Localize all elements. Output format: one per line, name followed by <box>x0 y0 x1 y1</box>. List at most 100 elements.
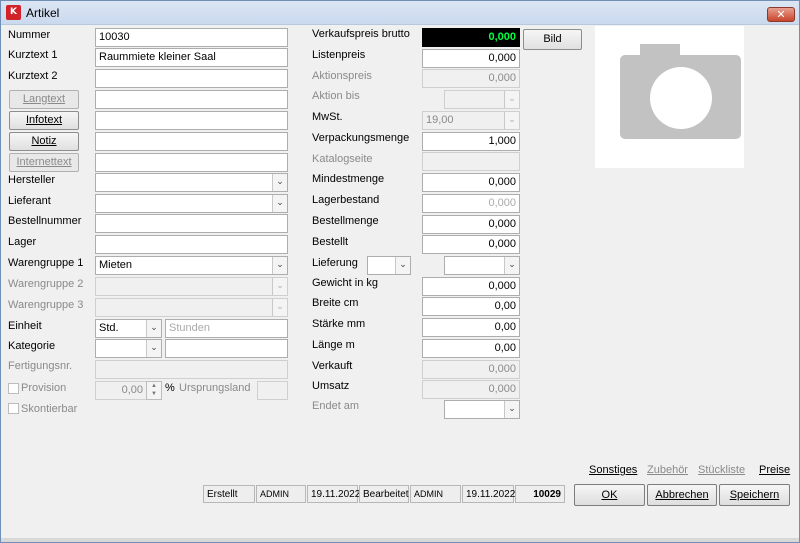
ursprungsland-input[interactable] <box>257 381 288 400</box>
chevron-down-icon[interactable]: ⌄ <box>504 401 519 418</box>
label-lieferant: Lieferant <box>8 195 51 207</box>
bild-button[interactable]: Bild <box>523 29 582 50</box>
vk-brutto-input[interactable]: 0,000 <box>422 28 520 47</box>
chevron-down-icon[interactable]: ⌄ <box>504 257 519 274</box>
chevron-down-icon[interactable]: ⌄ <box>146 340 161 357</box>
label-warengruppe2: Warengruppe 2 <box>8 278 84 290</box>
mindestmenge-input[interactable]: 0,000 <box>422 173 520 192</box>
aktionspreis-input[interactable]: 0,000 <box>422 69 520 88</box>
breite-input[interactable]: 0,00 <box>422 297 520 316</box>
kurztext1-input[interactable]: Raummiete kleiner Saal <box>95 48 288 67</box>
close-button[interactable]: ✕ <box>767 7 795 22</box>
ok-button[interactable]: OK <box>574 484 645 506</box>
fertigungsnr-input[interactable] <box>95 360 288 379</box>
laenge-input[interactable]: 0,00 <box>422 339 520 358</box>
chevron-down-icon[interactable]: ⌄ <box>272 174 287 191</box>
bestellmenge-input[interactable]: 0,000 <box>422 215 520 234</box>
warengruppe2-select[interactable]: ⌄ <box>95 277 288 296</box>
lieferant-select[interactable]: ⌄ <box>95 194 288 213</box>
einheit-text-input[interactable]: Stunden <box>165 319 288 338</box>
link-preise[interactable]: Preise <box>759 464 790 476</box>
provision-checkbox[interactable] <box>8 383 19 394</box>
app-logo-icon: K <box>6 5 21 20</box>
label-mindestmenge: Mindestmenge <box>312 173 385 185</box>
label-katalogseite: Katalogseite <box>312 153 373 165</box>
label-laenge: Länge m <box>312 339 355 351</box>
label-fertigungsnr: Fertigungsnr. <box>8 360 73 372</box>
label-warengruppe1: Warengruppe 1 <box>8 257 84 269</box>
label-lager: Lager <box>8 236 37 248</box>
notiz-button[interactable]: Notiz <box>9 132 79 151</box>
label-kategorie: Kategorie <box>8 340 56 352</box>
staerke-input[interactable]: 0,00 <box>422 318 520 337</box>
lagerbestand-input[interactable]: 0,000 <box>422 194 520 213</box>
label-verpackungsmenge: Verpackungsmenge <box>312 132 410 144</box>
lieferung-select[interactable]: ⌄ <box>367 256 411 275</box>
erstellt-label: Erstellt <box>203 485 255 503</box>
skontierbar-checkbox[interactable] <box>8 403 19 414</box>
langtext-input[interactable] <box>95 90 288 109</box>
endet-am-date[interactable]: ⌄ <box>444 400 520 419</box>
lager-input[interactable] <box>95 235 288 254</box>
chevron-down-icon[interactable]: ⌄ <box>272 299 287 316</box>
chevron-down-icon[interactable]: ⌄ <box>395 257 410 274</box>
nummer-input[interactable]: 10030 <box>95 28 288 47</box>
label-provision: Provision <box>21 382 67 394</box>
kategorie-text-input[interactable] <box>165 339 288 358</box>
bestellnummer-input[interactable] <box>95 214 288 233</box>
langtext-button[interactable]: Langtext <box>9 90 79 109</box>
chevron-down-icon[interactable]: ⌄ <box>272 278 287 295</box>
label-kurztext1: Kurztext 1 <box>8 49 58 61</box>
label-lieferung: Lieferung <box>312 257 358 269</box>
mwst-select[interactable]: 19,00 ⌄ <box>422 111 520 130</box>
label-mwst: MwSt. <box>312 111 343 123</box>
verpackungsmenge-input[interactable]: 1,000 <box>422 132 520 151</box>
link-stueckliste[interactable]: Stückliste <box>698 464 745 476</box>
lieferung-date[interactable]: ⌄ <box>444 256 520 275</box>
title-bar: K Artikel ✕ <box>1 1 799 25</box>
label-lagerbestand: Lagerbestand <box>312 194 380 206</box>
label-hersteller: Hersteller <box>8 174 56 186</box>
hersteller-select[interactable]: ⌄ <box>95 173 288 192</box>
label-warengruppe3: Warengruppe 3 <box>8 299 84 311</box>
chevron-down-icon[interactable]: ⌄ <box>504 112 519 129</box>
bearbeitet-label: Bearbeitet <box>359 485 409 503</box>
link-zubehoer[interactable]: Zubehör <box>647 464 688 476</box>
kategorie-select[interactable]: ⌄ <box>95 339 162 358</box>
label-umsatz: Umsatz <box>312 380 350 392</box>
article-window: K Artikel ✕ Nummer 10030 Kurztext 1 Raum… <box>0 0 800 543</box>
abbrechen-button[interactable]: Abbrechen <box>647 484 717 506</box>
kurztext2-input[interactable] <box>95 69 288 88</box>
infotext-button[interactable]: Infotext <box>9 111 79 130</box>
form-content: Nummer 10030 Kurztext 1 Raummiete kleine… <box>1 26 799 542</box>
katalogseite-input[interactable] <box>422 152 520 171</box>
warengruppe1-select[interactable]: Mieten ⌄ <box>95 256 288 275</box>
umsatz-input[interactable]: 0,000 <box>422 380 520 399</box>
chevron-down-icon[interactable]: ⌄ <box>504 91 519 108</box>
provision-input[interactable]: 0,00 <box>95 381 147 400</box>
internettext-button[interactable]: Internettext <box>9 153 79 172</box>
spinner-icon[interactable]: ▲ ▼ <box>146 381 162 400</box>
label-endet-am: Endet am <box>312 400 360 412</box>
bestellt-input[interactable]: 0,000 <box>422 235 520 254</box>
chevron-down-icon[interactable]: ⌄ <box>272 195 287 212</box>
link-sonstiges[interactable]: Sonstiges <box>589 464 637 476</box>
warengruppe3-select[interactable]: ⌄ <box>95 298 288 317</box>
gewicht-input[interactable]: 0,000 <box>422 277 520 296</box>
chevron-down-icon[interactable]: ⌄ <box>272 257 287 274</box>
chevron-down-icon[interactable]: ⌄ <box>146 320 161 337</box>
einheit-select[interactable]: Std. ⌄ <box>95 319 162 338</box>
internettext-input[interactable] <box>95 153 288 172</box>
bearbeitet-date: 19.11.2022 <box>462 485 515 503</box>
label-bestellt: Bestellt <box>312 236 349 248</box>
label-vk-brutto: Verkaufspreis brutto <box>312 28 410 40</box>
aktion-bis-date[interactable]: ⌄ <box>444 90 520 109</box>
record-id: 10029 <box>515 485 565 503</box>
verkauft-input[interactable]: 0,000 <box>422 360 520 379</box>
infotext-input[interactable] <box>95 111 288 130</box>
camera-icon <box>620 44 741 139</box>
listenpreis-input[interactable]: 0,000 <box>422 49 520 68</box>
speichern-button[interactable]: Speichern <box>719 484 790 506</box>
notiz-input[interactable] <box>95 132 288 151</box>
product-image[interactable] <box>595 26 744 168</box>
